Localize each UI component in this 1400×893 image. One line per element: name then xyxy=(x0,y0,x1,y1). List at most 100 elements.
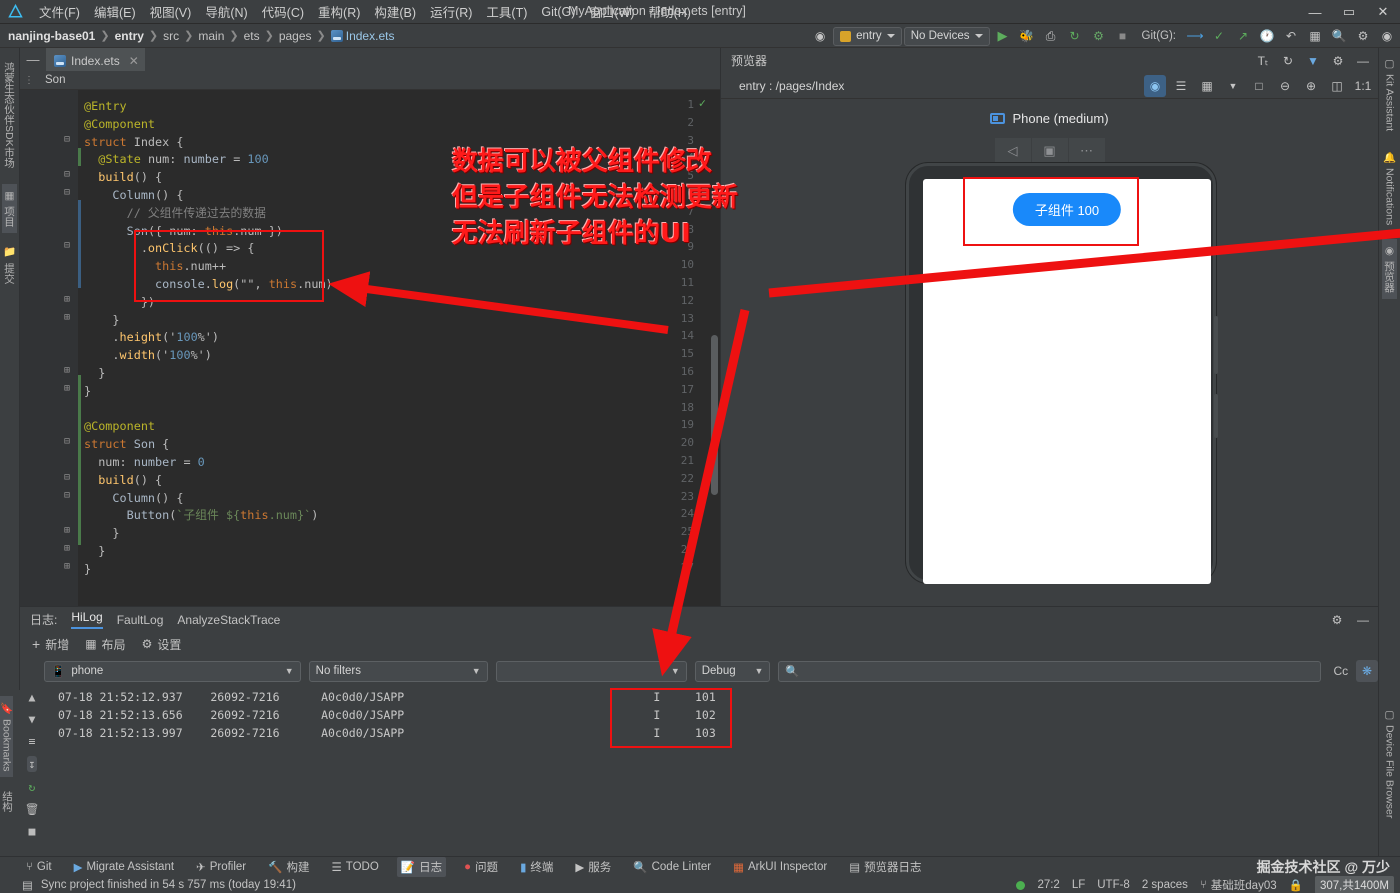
undo-icon[interactable]: ↶ xyxy=(1280,25,1302,47)
breadcrumb-entry[interactable]: entry xyxy=(115,29,144,43)
code-line[interactable]: }) xyxy=(84,294,155,312)
fit-screen-icon[interactable]: □ xyxy=(1248,75,1270,97)
editor-scrollbar[interactable] xyxy=(711,335,718,495)
tab-hilog[interactable]: HiLog xyxy=(71,610,102,629)
device-screen[interactable]: 子组件 100 xyxy=(923,179,1211,584)
inspector-toggle-icon[interactable]: ◉ xyxy=(1144,75,1166,97)
menu-view[interactable]: 视图(V) xyxy=(143,0,199,23)
menu-tools[interactable]: 工具(T) xyxy=(479,0,534,23)
collapse-icon[interactable]: — xyxy=(20,52,46,67)
filter-select[interactable]: No filters ▼ xyxy=(309,661,488,682)
code-line[interactable]: num: number = 0 xyxy=(84,454,205,472)
editor-tab-index-ets[interactable]: Index.ets ✕ xyxy=(46,48,145,71)
code-line[interactable]: @Entry xyxy=(84,98,127,116)
stop-icon[interactable]: ■ xyxy=(1112,25,1134,47)
menu-run[interactable]: 运行(R) xyxy=(423,0,479,23)
code-line[interactable]: Column() { xyxy=(84,187,183,205)
status-log[interactable]: 📝日志 xyxy=(397,857,446,877)
code-line[interactable]: .height('100%') xyxy=(84,329,219,347)
match-case-label[interactable]: Cc xyxy=(1333,664,1348,678)
close-tab-icon[interactable]: ✕ xyxy=(129,54,139,68)
rail-item-project[interactable]: ▦ 项目 xyxy=(2,184,17,233)
breadcrumb-project[interactable]: nanjing-base01 xyxy=(8,29,95,43)
restart-icon[interactable]: ↻ xyxy=(29,780,36,794)
fold-toggle-icon[interactable]: ⊞ xyxy=(64,312,70,323)
fold-toggle-icon[interactable]: ⊞ xyxy=(64,525,70,536)
status-profiler[interactable]: ✈Profiler xyxy=(192,858,250,876)
rail-item-structure[interactable]: 结构 xyxy=(0,785,15,818)
status-problems[interactable]: ●问题 xyxy=(460,857,502,877)
maximize-button[interactable]: ▭ xyxy=(1332,0,1366,24)
breadcrumb-src[interactable]: src xyxy=(163,29,179,43)
scroll-to-end-icon[interactable]: ↧ xyxy=(27,756,38,772)
file-encoding[interactable]: UTF-8 xyxy=(1097,879,1130,891)
chevron-down-icon[interactable]: ▼ xyxy=(1222,75,1244,97)
rotate-icon[interactable]: ◫ xyxy=(1326,75,1348,97)
tab-analyze-stacktrace[interactable]: AnalyzeStackTrace xyxy=(177,613,280,627)
status-migrate-assistant[interactable]: ▶Migrate Assistant xyxy=(70,858,178,876)
log-level-select[interactable]: Debug ▼ xyxy=(695,661,771,682)
zoom-out-icon[interactable]: ⊖ xyxy=(1274,75,1296,97)
hide-panel-icon[interactable]: — xyxy=(1352,50,1374,72)
log-search-input[interactable]: 🔍 xyxy=(778,661,1321,682)
rail-item-notifications[interactable]: 🔔 Notifications xyxy=(1383,145,1396,231)
debug-icon[interactable]: 🐝 xyxy=(1016,25,1038,47)
log-row[interactable]: 07-18 21:52:12.937 26092-7216 A0c0d0/JSA… xyxy=(58,690,716,704)
scroll-up-icon[interactable]: ▲ xyxy=(29,690,36,704)
rail-item-sdk-market[interactable]: 鸿蒙生态伙伴SDK市场 xyxy=(2,56,17,174)
stop-icon[interactable]: ■ xyxy=(29,824,36,838)
status-arkui-inspector[interactable]: ▦ArkUI Inspector xyxy=(729,858,831,876)
add-log-tab-button[interactable]: + 新增 xyxy=(32,636,69,653)
log-row[interactable]: 07-18 21:52:13.997 26092-7216 A0c0d0/JSA… xyxy=(58,726,716,740)
code-line[interactable]: .width('100%') xyxy=(84,347,212,365)
caret-position[interactable]: 27:2 xyxy=(1037,879,1059,891)
zoom-in-icon[interactable]: ⊕ xyxy=(1300,75,1322,97)
fold-toggle-icon[interactable]: ⊞ xyxy=(64,561,70,572)
code-line[interactable]: build() { xyxy=(84,169,162,187)
code-line[interactable]: Son({ num: this.num }) xyxy=(84,223,283,241)
fold-toggle-icon[interactable]: ⊞ xyxy=(64,294,70,305)
son-component-button[interactable]: 子组件 100 xyxy=(1013,193,1121,226)
scroll-down-icon[interactable]: ▼ xyxy=(29,712,36,726)
editor-struct-label[interactable]: Son xyxy=(45,74,65,86)
rail-item-kit-assistant[interactable]: ▢ Kit Assistant xyxy=(1384,52,1396,137)
code-line[interactable]: @Component xyxy=(84,418,155,436)
indent-setting[interactable]: 2 spaces xyxy=(1142,879,1188,891)
tab-faultlog[interactable]: FaultLog xyxy=(117,613,164,627)
code-line[interactable]: } xyxy=(84,525,120,543)
zoom-reset-button[interactable]: 1:1 xyxy=(1352,75,1374,97)
log-output[interactable]: ▲ ▼ ≡ ↧ ↻ 🗑 ■ 07-18 21:52:12.937 26092-7… xyxy=(20,686,1378,851)
process-select[interactable]: ▼ xyxy=(496,661,687,682)
layout-button[interactable]: ▦ 布局 xyxy=(85,636,125,653)
code-line[interactable]: // 父组件传递过去的数据 xyxy=(84,205,266,223)
log-row[interactable]: 07-18 21:52:13.656 26092-7216 A0c0d0/JSA… xyxy=(58,708,716,722)
soft-wrap-toggle-icon[interactable]: ≡ xyxy=(29,734,36,748)
menu-edit[interactable]: 编辑(E) xyxy=(87,0,143,23)
fold-toggle-icon[interactable]: ⊟ xyxy=(64,436,70,447)
filter-icon[interactable]: ▼ xyxy=(1302,50,1324,72)
rail-item-device-file-browser[interactable]: ▢ Device File Browser xyxy=(1384,703,1396,824)
hide-panel-icon[interactable]: — xyxy=(1352,609,1374,631)
multi-device-icon[interactable]: ▦ xyxy=(1196,75,1218,97)
code-line[interactable]: } xyxy=(84,312,120,330)
device-select[interactable]: No Devices xyxy=(904,27,990,46)
fold-toggle-icon[interactable]: ⊟ xyxy=(64,240,70,251)
menu-build[interactable]: 构建(B) xyxy=(367,0,423,23)
status-services[interactable]: ▶服务 xyxy=(571,857,615,877)
code-line[interactable]: Column() { xyxy=(84,490,183,508)
status-build[interactable]: 🔨构建 xyxy=(264,857,313,877)
device-manager-icon[interactable]: ▦ xyxy=(1304,25,1326,47)
more-options-icon[interactable]: ◉ xyxy=(809,25,831,47)
fold-toggle-icon[interactable]: ⊟ xyxy=(64,490,70,501)
code-line[interactable]: @Component xyxy=(84,116,155,134)
back-button-icon[interactable]: ◁ xyxy=(995,138,1031,164)
run-configuration-select[interactable]: entry xyxy=(833,27,902,46)
code-line[interactable]: } xyxy=(84,365,105,383)
code-line[interactable]: @State num: number = 100 xyxy=(84,151,269,169)
rail-item-commit[interactable]: 📁 提交 xyxy=(2,241,17,291)
line-separator[interactable]: LF xyxy=(1072,879,1085,891)
menu-code[interactable]: 代码(C) xyxy=(255,0,311,23)
code-line[interactable]: console.log("", this.num) xyxy=(84,276,333,294)
fold-toggle-icon[interactable]: ⊟ xyxy=(64,169,70,180)
profile-icon[interactable]: ⚙ xyxy=(1088,25,1110,47)
